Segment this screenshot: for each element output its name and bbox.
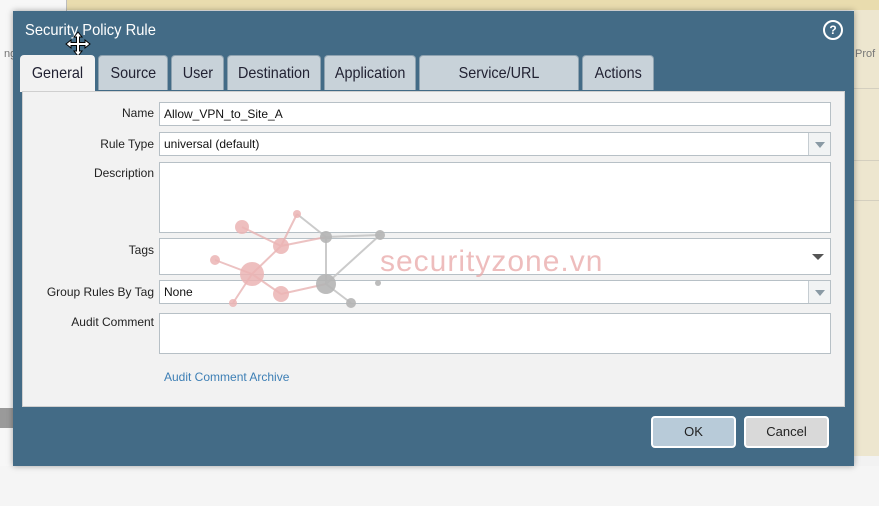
chevron-down-icon[interactable] [808,133,830,155]
tab-application[interactable]: Application [324,55,416,90]
tab-destination[interactable]: Destination [227,55,321,90]
move-cursor-icon [65,31,91,57]
audit-comment-archive-link[interactable]: Audit Comment Archive [164,370,289,384]
chevron-down-icon[interactable] [808,281,830,303]
description-textarea[interactable] [159,162,831,233]
rule-type-value: universal (default) [164,137,260,151]
help-icon[interactable]: ? [823,20,843,40]
background-row-divider [854,88,879,89]
background-footer [0,466,879,506]
group-rules-by-tag-value: None [164,285,193,299]
rule-type-select[interactable]: universal (default) [159,132,831,156]
background-row-divider [854,160,879,161]
group-rules-by-tag-select[interactable]: None [159,280,831,304]
cancel-button[interactable]: Cancel [744,416,829,448]
tags-label: Tags [128,243,154,257]
tab-source[interactable]: Source [98,55,168,90]
group-rules-by-tag-label: Group Rules By Tag [46,285,154,299]
security-policy-rule-dialog: Security Policy Rule ? General Source Us… [13,11,854,466]
audit-comment-textarea[interactable] [159,313,831,354]
ok-button[interactable]: OK [651,416,736,448]
description-label: Description [93,166,154,180]
background-column-header: Prof [855,48,876,60]
background-table-column [854,10,879,456]
background-header-strip [0,0,879,10]
tab-service-url-category[interactable]: Service/URL Category [419,55,579,117]
tab-actions[interactable]: Actions [582,55,654,90]
watermark-text: securityzone.vn [380,245,604,278]
audit-comment-label: Audit Comment [71,315,154,329]
tab-user[interactable]: User [171,55,224,90]
name-label: Name [121,106,154,120]
background-row-divider [854,200,879,201]
name-input[interactable] [159,102,831,126]
background-scroll-marker [0,408,14,428]
tab-general[interactable]: General [20,55,95,92]
rule-type-label: Rule Type [100,137,154,151]
